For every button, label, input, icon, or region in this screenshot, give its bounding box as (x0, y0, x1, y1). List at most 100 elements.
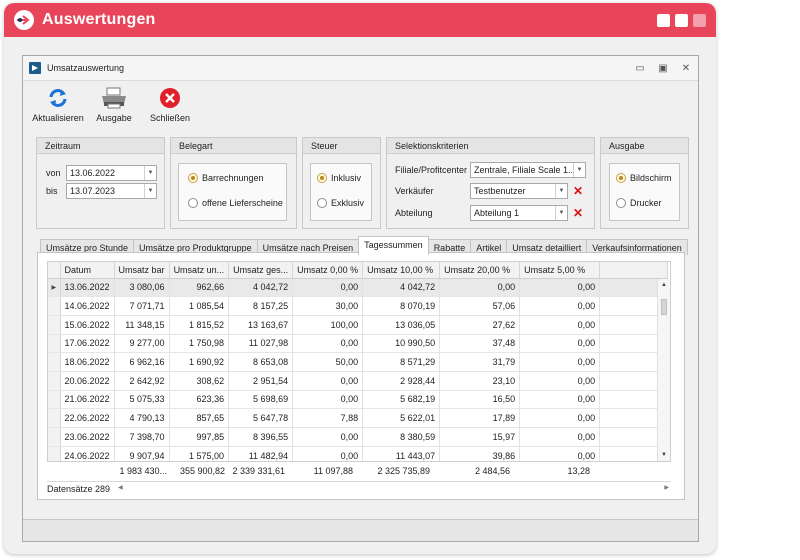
table-cell[interactable]: 1 085,54 (169, 296, 230, 316)
grid-horizontal-scrollbar[interactable]: ◀ ▶ (118, 484, 671, 494)
table-cell[interactable]: 8 070,19 (362, 296, 441, 316)
table-cell[interactable]: 0,00 (519, 278, 601, 298)
table-cell[interactable]: 0,00 (292, 427, 364, 447)
table-row[interactable]: ▶ 13.06.2022 3 080,06 962,66 4 042,72 0,00 4 0… (48, 278, 669, 298)
table-cell[interactable]: 9 907,94 (114, 446, 170, 461)
close-report-button[interactable]: Schließen (145, 86, 195, 123)
steuer-inklusiv-radio[interactable]: Inklusiv (317, 173, 361, 183)
column-header[interactable]: Umsatz bar (114, 262, 170, 279)
column-header[interactable]: Umsatz 5,00 % (519, 262, 601, 279)
table-cell[interactable]: 308,62 (169, 371, 230, 391)
table-cell[interactable]: 6 962,16 (114, 352, 170, 372)
chevron-down-icon[interactable]: ▼ (573, 163, 585, 177)
table-cell[interactable]: 20.06.2022 (60, 371, 115, 391)
row-indicator[interactable] (48, 334, 61, 354)
from-date-field[interactable]: 13.06.2022 ▼ (66, 165, 157, 181)
table-row[interactable]: 20.06.2022 2 642,92 308,62 2 951,54 0,00 2 92… (48, 371, 669, 391)
table-cell[interactable]: 8 157,25 (228, 296, 294, 316)
table-cell[interactable]: 13 163,67 (228, 315, 294, 335)
row-indicator[interactable] (48, 390, 61, 410)
table-row[interactable]: 24.06.2022 9 907,94 1 575,00 11 482,94 0,00 1… (48, 446, 669, 461)
table-cell[interactable]: 0,00 (519, 315, 601, 335)
verkaeufer-select[interactable]: Testbenutzer ▼ (470, 183, 568, 199)
table-cell[interactable]: 2 642,92 (114, 371, 170, 391)
table-cell[interactable]: 22.06.2022 (60, 408, 115, 428)
column-header[interactable]: Umsatz 20,00 % (439, 262, 521, 279)
table-cell[interactable]: 15,97 (439, 427, 521, 447)
table-cell[interactable]: 0,00 (519, 427, 601, 447)
table-cell[interactable]: 10 990,50 (362, 334, 441, 354)
table-cell[interactable]: 0,00 (292, 371, 364, 391)
scroll-up-icon[interactable]: ▲ (658, 279, 670, 291)
refresh-button[interactable]: Aktualisieren (32, 86, 84, 123)
row-indicator[interactable] (48, 427, 61, 447)
table-cell[interactable]: 7 071,71 (114, 296, 170, 316)
belegart-barrechnungen-radio[interactable]: Barrechnungen (188, 173, 264, 183)
table-cell[interactable]: 0,00 (519, 408, 601, 428)
table-cell[interactable]: 21.06.2022 (60, 390, 115, 410)
steuer-exklusiv-radio[interactable]: Exklusiv (317, 198, 364, 208)
table-cell[interactable]: 857,65 (169, 408, 230, 428)
table-cell[interactable]: 11 348,15 (114, 315, 170, 335)
column-header[interactable]: Umsatz ges... (228, 262, 294, 279)
table-cell[interactable]: 0,00 (439, 278, 521, 298)
table-cell[interactable]: 4 042,72 (228, 278, 294, 298)
table-cell[interactable]: 17.06.2022 (60, 334, 115, 354)
window-close-icon[interactable]: ✕ (680, 63, 692, 74)
table-cell[interactable]: 3 080,06 (114, 278, 170, 298)
table-cell[interactable]: 0,00 (292, 278, 364, 298)
table-cell[interactable]: 623,36 (169, 390, 230, 410)
table-row[interactable]: 17.06.2022 9 277,00 1 750,98 11 027,98 0,00 1… (48, 334, 669, 354)
table-row[interactable]: 21.06.2022 5 075,33 623,36 5 698,69 0,00 5 68… (48, 390, 669, 410)
chevron-down-icon[interactable]: ▼ (555, 206, 567, 220)
table-cell[interactable]: 1 690,92 (169, 352, 230, 372)
table-cell[interactable]: 7 398,70 (114, 427, 170, 447)
table-cell[interactable]: 0,00 (519, 352, 601, 372)
to-date-field[interactable]: 13.07.2023 ▼ (66, 183, 157, 199)
ausgabe-bildschirm-radio[interactable]: Bildschirm (616, 173, 672, 183)
table-cell[interactable]: 0,00 (519, 334, 601, 354)
table-cell[interactable]: 31,79 (439, 352, 521, 372)
table-cell[interactable]: 11 443,07 (362, 446, 441, 461)
table-cell[interactable]: 18.06.2022 (60, 352, 115, 372)
table-row[interactable]: 18.06.2022 6 962,16 1 690,92 8 653,08 50,00 8… (48, 352, 669, 372)
table-cell[interactable]: 30,00 (292, 296, 364, 316)
table-cell[interactable]: 5 075,33 (114, 390, 170, 410)
table-cell[interactable]: 0,00 (292, 334, 364, 354)
table-cell[interactable]: 27,62 (439, 315, 521, 335)
app-maximize-button[interactable] (675, 13, 688, 27)
table-cell[interactable]: 2 951,54 (228, 371, 294, 391)
table-cell[interactable]: 2 928,44 (362, 371, 441, 391)
scroll-thumb[interactable] (661, 299, 667, 315)
table-cell[interactable]: 37,48 (439, 334, 521, 354)
output-button[interactable]: Ausgabe (89, 86, 139, 123)
table-cell[interactable]: 5 682,19 (362, 390, 441, 410)
table-cell[interactable]: 16,50 (439, 390, 521, 410)
table-cell[interactable]: 997,85 (169, 427, 230, 447)
table-cell[interactable]: 5 698,69 (228, 390, 294, 410)
table-cell[interactable]: 5 622,01 (362, 408, 441, 428)
table-cell[interactable]: 0,00 (519, 296, 601, 316)
table-cell[interactable]: 962,66 (169, 278, 230, 298)
table-cell[interactable]: 23,10 (439, 371, 521, 391)
chevron-down-icon[interactable]: ▼ (144, 184, 156, 198)
table-cell[interactable]: 14.06.2022 (60, 296, 115, 316)
grid-vertical-scrollbar[interactable]: ▲ ▼ (657, 279, 670, 461)
table-cell[interactable]: 11 027,98 (228, 334, 294, 354)
scroll-right-icon[interactable]: ▶ (664, 484, 669, 491)
abteilung-select[interactable]: Abteilung 1 ▼ (470, 205, 568, 221)
chevron-down-icon[interactable]: ▼ (555, 184, 567, 198)
table-cell[interactable]: 8 571,29 (362, 352, 441, 372)
table-cell[interactable]: 0,00 (519, 446, 601, 461)
table-cell[interactable]: 1 750,98 (169, 334, 230, 354)
table-cell[interactable]: 13 036,05 (362, 315, 441, 335)
table-cell[interactable]: 5 647,78 (228, 408, 294, 428)
table-cell[interactable]: 9 277,00 (114, 334, 170, 354)
table-cell[interactable]: 23.06.2022 (60, 427, 115, 447)
row-indicator[interactable] (48, 352, 61, 372)
table-row[interactable]: 23.06.2022 7 398,70 997,85 8 396,55 0,00 8 38… (48, 427, 669, 447)
scroll-down-icon[interactable]: ▼ (658, 449, 670, 461)
table-cell[interactable]: 57,06 (439, 296, 521, 316)
column-header[interactable]: Datum (60, 262, 115, 279)
ausgabe-drucker-radio[interactable]: Drucker (616, 198, 662, 208)
